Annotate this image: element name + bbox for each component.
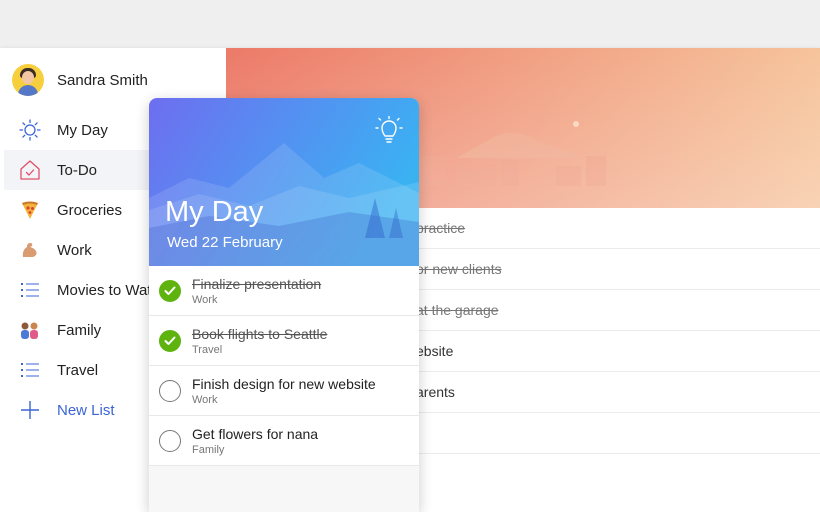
complete-checkbox[interactable] [159, 429, 181, 452]
task-title: arents [416, 384, 455, 400]
pizza-icon [18, 198, 42, 222]
sun-icon [18, 118, 42, 142]
complete-checkbox[interactable] [159, 329, 181, 352]
sidebar-item-label: Family [57, 321, 102, 339]
task-row[interactable]: Finalize presentation Work [149, 266, 419, 316]
flexed-arm-icon [18, 238, 42, 262]
sidebar-item-label: Work [57, 241, 92, 259]
profile-name: Sandra Smith [57, 71, 148, 89]
task-row[interactable]: Finish design for new website Work [149, 366, 419, 416]
task-title: practice [416, 220, 466, 236]
new-list-label: New List [57, 401, 115, 419]
page-title: My Day [165, 196, 264, 228]
date-label: Wed 22 February [167, 234, 283, 251]
lightbulb-icon[interactable] [375, 116, 403, 144]
my-day-task-list: Finalize presentation Work Book flights … [149, 266, 419, 466]
task-title: or new clients [416, 261, 502, 277]
task-list-name: Work [192, 393, 218, 406]
complete-checkbox[interactable] [159, 279, 181, 302]
task-title: ebsite [416, 343, 454, 359]
task-row[interactable]: Get flowers for nana Family [149, 416, 419, 466]
task-row[interactable]: Book flights to Seattle Travel [149, 316, 419, 366]
task-list-name: Work [192, 293, 218, 306]
my-day-card: My Day Wed 22 February Finalize presenta… [149, 98, 419, 512]
task-title: Finalize presentation [192, 275, 322, 292]
plus-icon [18, 398, 42, 422]
house-icon [18, 158, 42, 182]
task-list-name: Travel [192, 343, 223, 356]
sidebar-item-label: To-Do [57, 161, 98, 179]
task-title: at the garage [416, 302, 499, 318]
user-profile[interactable]: Sandra Smith [12, 64, 148, 96]
avatar[interactable] [12, 64, 44, 96]
list-icon [18, 358, 42, 382]
task-title: Finish design for new website [192, 375, 376, 392]
sidebar-item-label: Travel [57, 361, 99, 379]
task-list-name: Family [192, 443, 225, 456]
sidebar-item-label: My Day [57, 121, 108, 139]
my-day-header: My Day Wed 22 February [149, 98, 419, 266]
task-title: Get flowers for nana [192, 425, 319, 442]
task-title: Book flights to Seattle [192, 325, 328, 342]
sidebar-item-label: Groceries [57, 201, 123, 219]
list-icon [18, 278, 42, 302]
complete-checkbox[interactable] [159, 379, 181, 402]
family-icon [18, 318, 42, 342]
